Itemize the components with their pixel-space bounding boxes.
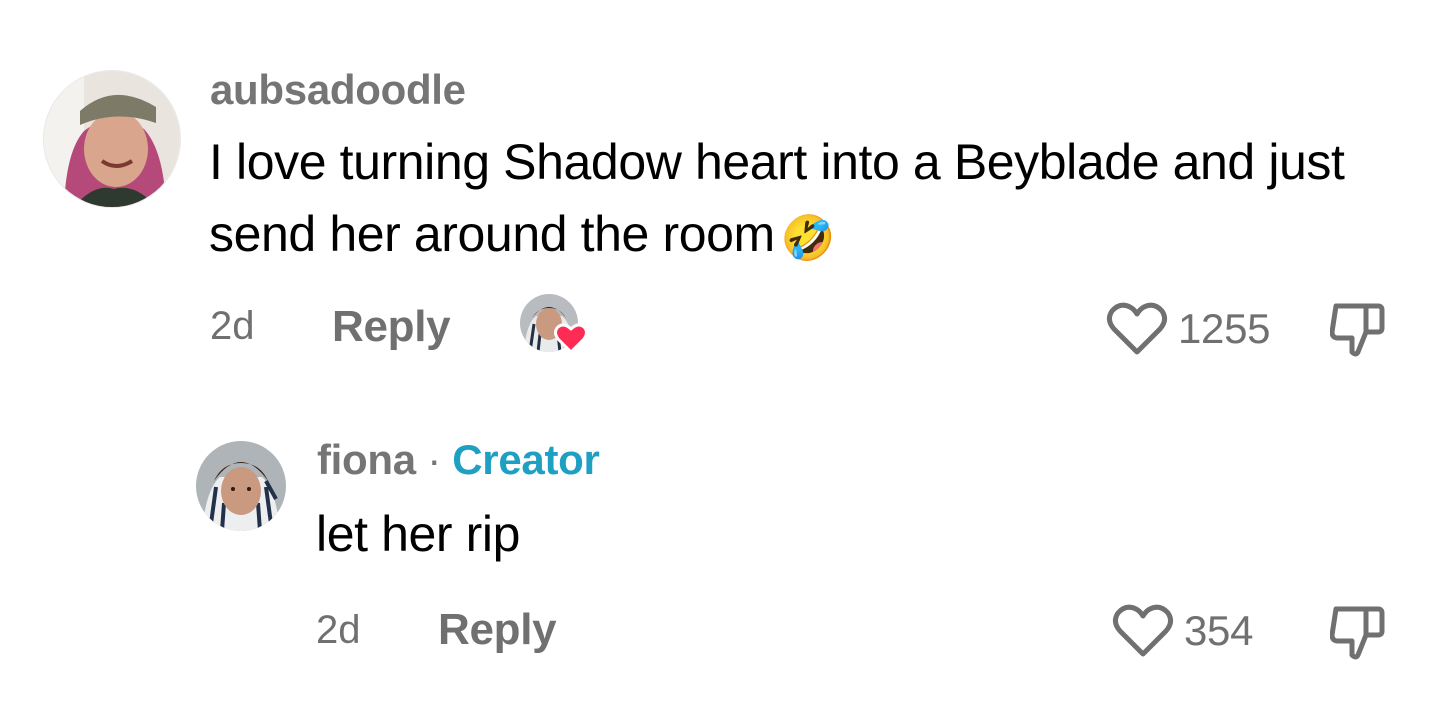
heart-outline-icon xyxy=(1106,302,1168,355)
like-button[interactable]: 354 xyxy=(1112,604,1253,658)
like-button[interactable]: 1255 xyxy=(1106,302,1271,356)
heart-outline-icon xyxy=(1112,604,1174,657)
comment-timestamp: 2d xyxy=(316,608,361,652)
liked-by-creator-badge xyxy=(520,294,588,360)
avatar-aubsadoodle[interactable] xyxy=(44,71,180,207)
thumbs-down-icon xyxy=(1329,303,1385,357)
dislike-button[interactable] xyxy=(1329,603,1386,666)
avatar-fiona[interactable] xyxy=(196,441,286,531)
comment-text: let her rip xyxy=(316,506,521,562)
user-photo xyxy=(196,441,286,531)
like-count: 1255 xyxy=(1178,305,1271,352)
separator-dot: · xyxy=(427,436,441,483)
thumbs-down-icon xyxy=(1329,606,1385,660)
dislike-button[interactable] xyxy=(1329,300,1386,363)
reply-button[interactable]: Reply xyxy=(438,605,557,655)
comment-username[interactable]: aubsadoodle xyxy=(210,66,466,114)
heart-filled-icon xyxy=(554,323,588,354)
comment-timestamp: 2d xyxy=(210,304,255,348)
comment-text-content: I love turning Shadow heart into a Beybl… xyxy=(209,134,1345,262)
reply-button[interactable]: Reply xyxy=(332,302,451,352)
comment-username-line: fiona · Creator xyxy=(317,436,600,484)
like-count: 354 xyxy=(1184,607,1254,654)
user-photo xyxy=(44,71,180,207)
creator-badge: Creator xyxy=(452,436,600,483)
comment-text: I love turning Shadow heart into a Beybl… xyxy=(209,127,1369,270)
comment-username[interactable]: fiona xyxy=(317,436,416,483)
rofl-emoji: 🤣 xyxy=(780,212,836,264)
